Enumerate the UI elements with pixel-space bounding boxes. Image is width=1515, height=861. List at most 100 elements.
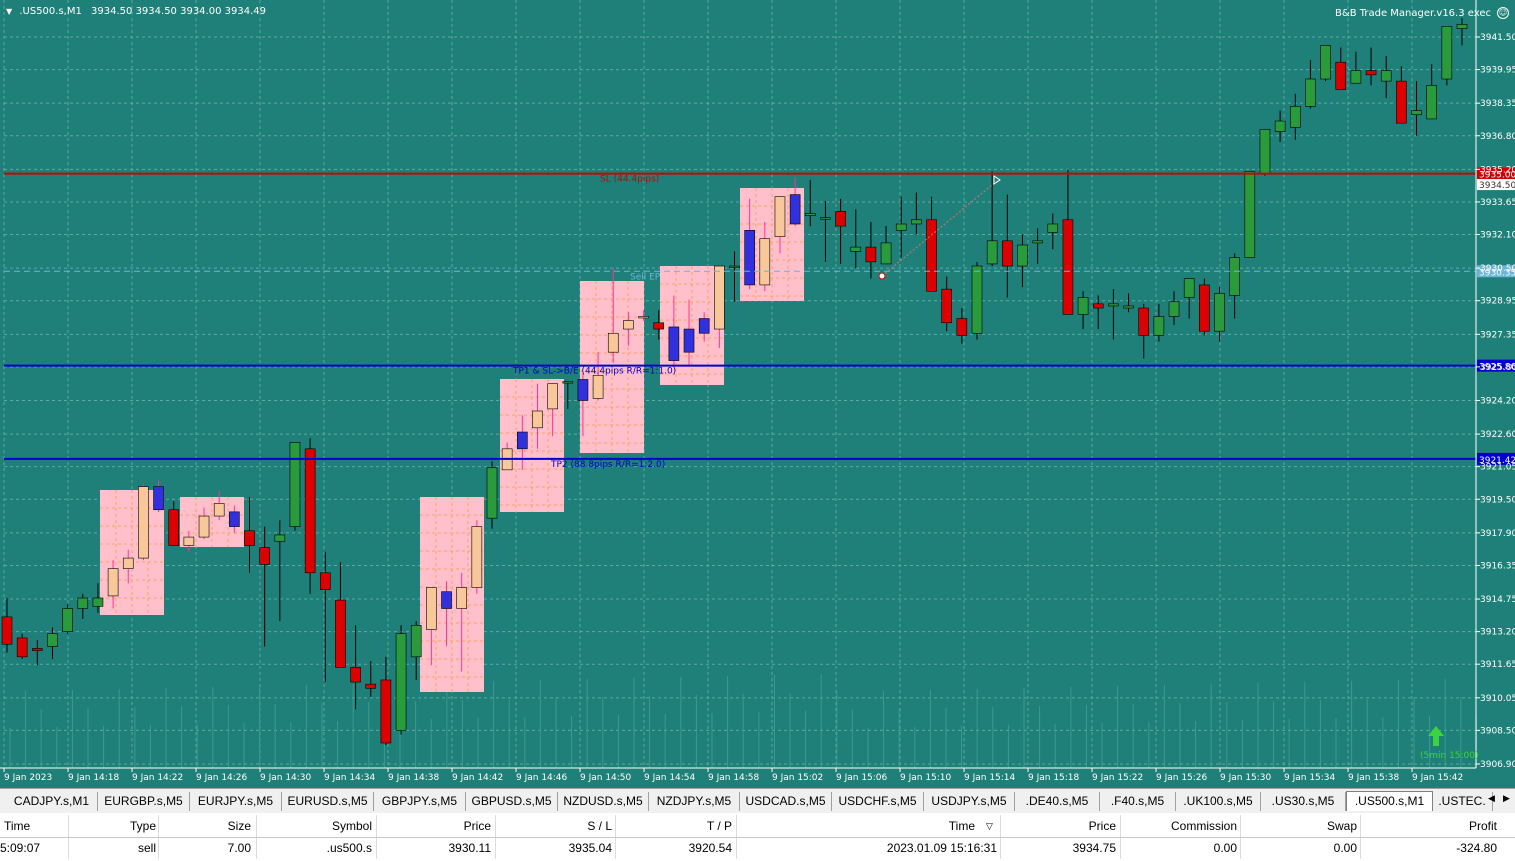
candle-body [410, 625, 422, 658]
candle-body [122, 557, 134, 569]
column-header[interactable]: S / L [587, 815, 612, 837]
time-axis-label: 9 Jan 15:10 [900, 773, 952, 783]
trade-cell[interactable]: 3935.04 [569, 837, 612, 859]
entry-marker[interactable] [878, 272, 886, 280]
column-header[interactable]: Size [228, 815, 251, 837]
symbol-tab[interactable]: NZDUSD.s,M5 [558, 792, 649, 811]
price-axis-label: 3936.80 [1480, 132, 1515, 142]
tab-scroll-right-icon[interactable]: ▶ [1503, 793, 1510, 804]
symbol-tab[interactable]: CADJPY.s,M1 [6, 792, 98, 811]
candle-body [729, 265, 740, 268]
price-axis-label: 3917.90 [1480, 529, 1515, 539]
symbol-tab[interactable]: .F40.s,M5 [1100, 792, 1176, 811]
symbol-tab[interactable]: .DE40.s,M5 [1015, 792, 1100, 811]
candle-body [1123, 305, 1134, 309]
symbol-tab[interactable]: USDCAD.s,M5 [740, 792, 832, 811]
time-axis-label: 9 Jan 14:46 [516, 773, 568, 783]
column-header-label: Commission [1170, 819, 1237, 833]
symbol-tab[interactable]: USDCHF.s,M5 [832, 792, 924, 811]
candle-body [1411, 110, 1422, 116]
collapse-arrow-icon[interactable]: ▼ [6, 7, 12, 16]
candle-body [1002, 240, 1013, 267]
time-axis-label: 9 Jan 15:34 [1284, 773, 1336, 783]
candle-body [1320, 45, 1331, 80]
candle-body [471, 526, 483, 588]
sort-down-icon[interactable]: ▽ [986, 815, 993, 837]
symbol-timeframe: .US500.s,M1 [19, 6, 82, 17]
trade-cell[interactable]: sell [138, 837, 156, 859]
trade-cell[interactable]: 5:09:07 [0, 837, 40, 859]
column-header[interactable]: Price [1089, 815, 1116, 837]
candle-body [547, 383, 558, 410]
candle-body [956, 318, 968, 336]
column-header[interactable]: Swap [1327, 815, 1357, 837]
candle-body [850, 246, 862, 252]
symbol-tab[interactable]: USDJPY.s,M5 [924, 792, 1015, 811]
candle-body [138, 486, 149, 559]
symbol-tab[interactable]: NZDJPY.s,M5 [649, 792, 740, 811]
candle-body [1077, 297, 1089, 315]
trade-cell[interactable]: 3920.54 [689, 837, 732, 859]
candle-body [835, 211, 846, 227]
exit-marker[interactable] [993, 175, 1001, 185]
candle-body [92, 597, 104, 607]
trade-cell[interactable]: 2023.01.09 15:16:31 [887, 837, 997, 859]
candle-body [289, 442, 301, 527]
candle-body [16, 637, 28, 658]
candle-body [562, 381, 574, 384]
column-header[interactable]: Time [949, 815, 975, 837]
time-axis-label: 9 Jan 14:22 [132, 773, 183, 783]
candle-body [1108, 303, 1119, 307]
trade-cell[interactable]: 7.00 [228, 837, 251, 859]
time-axis-label: 9 Jan 15:06 [836, 773, 888, 783]
candle-body [1153, 316, 1165, 336]
column-header[interactable]: Time [4, 815, 30, 837]
price-axis-label: 3924.20 [1480, 397, 1515, 407]
column-header[interactable]: Commission [1171, 815, 1237, 837]
candle-body [350, 667, 361, 683]
time-axis-label: 9 Jan 14:54 [644, 773, 696, 783]
trade-cell[interactable]: 3934.75 [1073, 837, 1116, 859]
smiley-icon[interactable]: ☺ [1497, 7, 1509, 19]
trade-cell[interactable]: 0.00 [1334, 837, 1357, 859]
column-header[interactable]: Symbol [332, 815, 372, 837]
time-axis-label: 9 Jan 14:38 [388, 773, 440, 783]
symbol-tab[interactable]: GBPUSD.s,M5 [466, 792, 558, 811]
tab-scroll-left-icon[interactable]: ◀ [1488, 793, 1495, 804]
trade-cell[interactable]: .us500.s [327, 837, 372, 859]
trade-cell[interactable]: 0.00 [1214, 837, 1237, 859]
time-axis-label: 9 Jan 2023 [4, 773, 52, 783]
candle-body [380, 679, 392, 744]
column-header[interactable]: T / P [707, 815, 732, 837]
candle-body [1259, 129, 1271, 174]
candle-body [1214, 293, 1225, 332]
symbol-tab[interactable]: .US30.s,M5 [1261, 792, 1346, 811]
candle-body [1380, 70, 1392, 82]
symbol-tab[interactable]: GBPJPY.s,M5 [374, 792, 466, 811]
symbol-tab[interactable]: EURJPY.s,M5 [190, 792, 282, 811]
column-header-label: Time [948, 819, 975, 833]
candle-body [1183, 278, 1195, 298]
candle-body [32, 648, 43, 651]
time-axis-label: 9 Jan 15:38 [1348, 773, 1400, 783]
column-header[interactable]: Profit [1469, 815, 1497, 837]
symbol-tab[interactable]: .UK100.s,M5 [1176, 792, 1261, 811]
trade-cell[interactable]: 3930.11 [449, 837, 492, 859]
trade-cell[interactable]: -324.80 [1456, 837, 1497, 859]
time-axis-label: 9 Jan 15:14 [964, 773, 1016, 783]
candle-body [1350, 70, 1362, 84]
price-chart[interactable]: Sell EP 3930.35 SL (44.4pips) 3935.00 TP1 & … [0, 0, 1515, 788]
chart-symbol-header: ▼ .US500.s,M1 3934.50 3934.50 3934.00 39… [6, 6, 266, 17]
symbol-tab[interactable]: .USTEC. [1432, 792, 1493, 811]
chart-canvas[interactable]: Sell EP 3930.35SL (44.4pips) 3935.00TP1 & … [0, 0, 1515, 788]
column-header-label: Price [463, 819, 491, 833]
column-header[interactable]: Price [464, 815, 491, 837]
symbol-tab[interactable]: .US500.s,M1 [1346, 791, 1433, 811]
column-header-label: Time [4, 819, 31, 833]
symbol-tab[interactable]: EURUSD.s,M5 [282, 792, 374, 811]
price-axis-label: 3939.95 [1480, 66, 1515, 76]
symbol-tab[interactable]: EURGBP.s,M5 [98, 792, 190, 811]
candle-body [1456, 24, 1468, 29]
time-axis-label: 9 Jan 15:18 [1028, 773, 1080, 783]
column-header[interactable]: Type [130, 815, 156, 837]
